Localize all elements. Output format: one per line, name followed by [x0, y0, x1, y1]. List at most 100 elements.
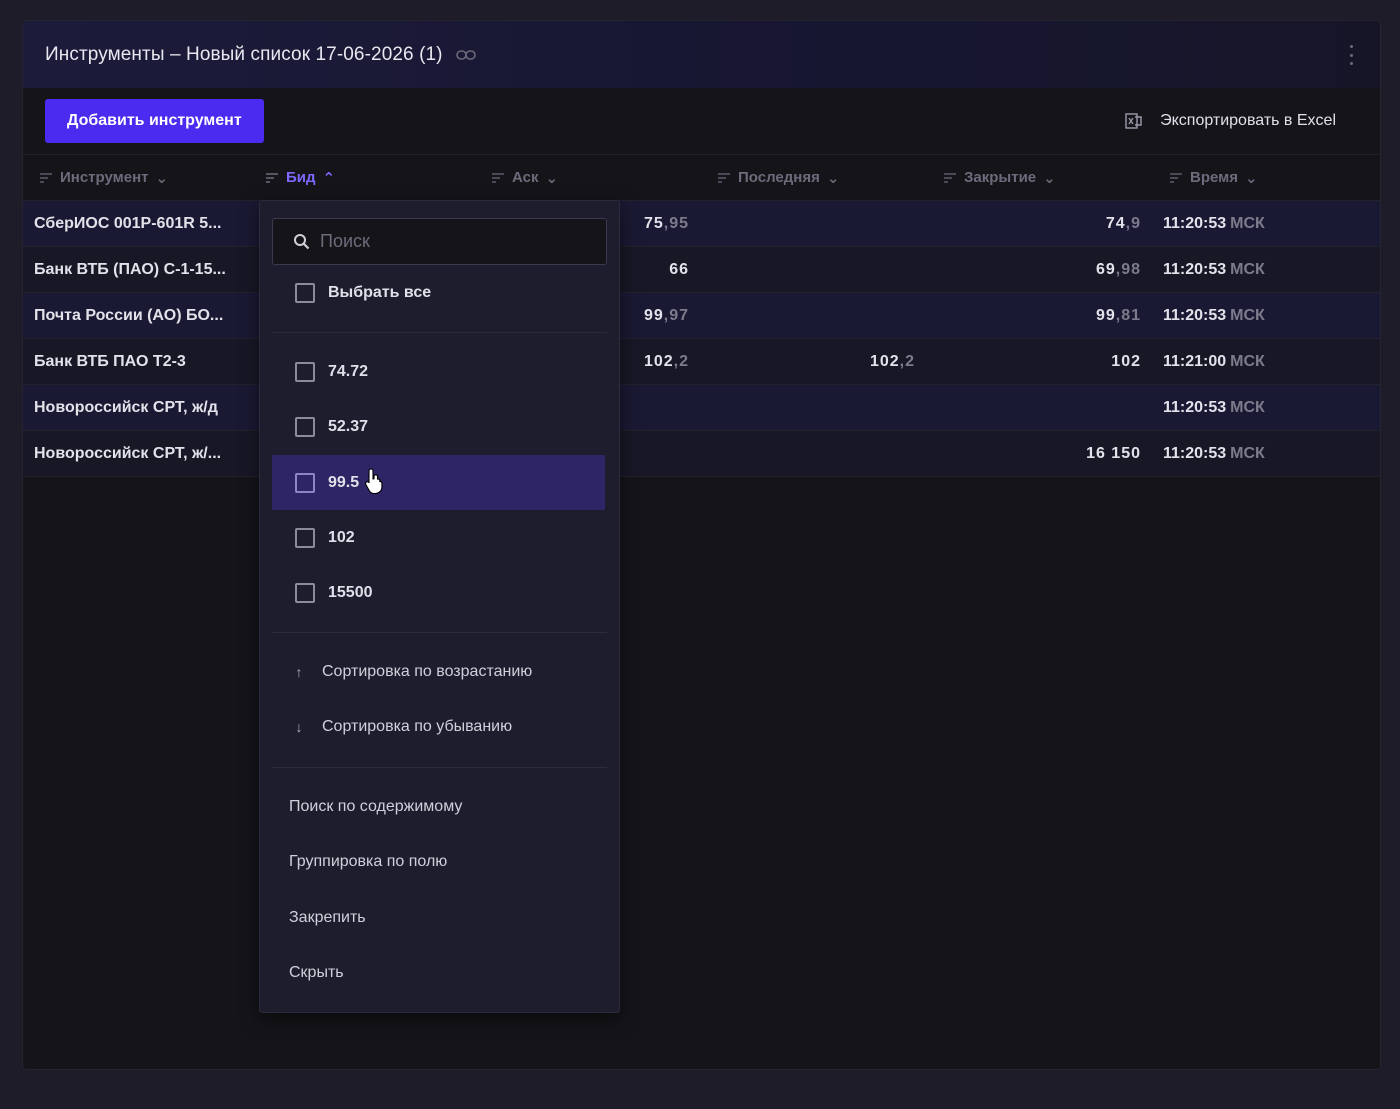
- last-cell: [719, 431, 915, 477]
- filter-search-field[interactable]: [272, 218, 607, 265]
- filter-option-highlighted[interactable]: 99.5: [272, 455, 605, 510]
- arrow-down-icon: ↓: [295, 718, 303, 735]
- last-cell: [719, 201, 915, 247]
- export-excel-button[interactable]: Экспортировать в Excel: [1124, 111, 1336, 131]
- close-cell: [945, 385, 1141, 431]
- divider: [272, 632, 607, 633]
- filter-option[interactable]: 102: [272, 510, 605, 565]
- chevron-down-icon: ⌄: [545, 169, 559, 187]
- close-cell: 99,81: [1095, 307, 1141, 324]
- menu-label: Поиск по содержимому: [289, 797, 463, 815]
- option-label: 52.37: [328, 417, 369, 435]
- column-label: Бид: [286, 169, 316, 186]
- chevron-down-icon: ⌄: [155, 169, 169, 187]
- menu-label: Сортировка по возрастанию: [322, 662, 533, 680]
- table-row[interactable]: Банк ВТБ ПАО Т2-3 102,2 102,2 102 11:21:00 МС…: [23, 339, 1380, 385]
- option-label: 99.5: [328, 473, 360, 491]
- excel-icon: [1125, 113, 1142, 129]
- column-header-close[interactable]: Закрытие ⌄: [943, 169, 1056, 187]
- table-row[interactable]: Банк ВТБ (ПАО) С-1-15... 66 69,98 11:20:53 М…: [23, 247, 1380, 293]
- time-cell: 11:20:53 МСК: [1163, 215, 1265, 232]
- filter-icon: [1170, 172, 1182, 183]
- checkbox[interactable]: [295, 361, 315, 382]
- table-row[interactable]: Почта России (АО) БО... 99,97 99,81 11:20:5…: [23, 293, 1380, 339]
- hand-cursor-icon: [365, 468, 383, 495]
- instrument-cell: Новороссийск СРТ, ж/...: [34, 445, 222, 462]
- time-cell: 11:20:53 МСК: [1163, 399, 1265, 416]
- toolbar: Добавить инструмент Экспортировать в Exc…: [23, 88, 1380, 155]
- select-all-option[interactable]: Выбрать все: [272, 265, 605, 320]
- last-cell: [719, 247, 915, 293]
- time-cell: 11:20:53 МСК: [1163, 261, 1265, 278]
- column-header-instrument[interactable]: Инструмент ⌄: [39, 169, 168, 187]
- checkbox[interactable]: [295, 282, 315, 303]
- column-label: Инструмент: [60, 169, 149, 186]
- time-cell: 11:20:53 МСК: [1163, 445, 1265, 462]
- menu-label: Закрепить: [289, 908, 366, 926]
- pin-column-item[interactable]: Закрепить: [272, 890, 607, 945]
- instrument-cell: СберИОС 001P-601R 5...: [34, 215, 222, 232]
- column-header-time[interactable]: Время ⌄: [1169, 169, 1258, 187]
- arrow-up-icon: ↑: [295, 663, 303, 680]
- table-row[interactable]: Новороссийск СРТ, ж/... 16 150 11:20:53 МСК: [23, 431, 1380, 477]
- column-header-ask[interactable]: Аск ⌄: [491, 169, 558, 187]
- close-cell: 74,9: [1105, 215, 1141, 232]
- chevron-up-icon: ⌃: [322, 169, 336, 187]
- close-cell: 16 150: [1086, 445, 1141, 462]
- more-options-icon[interactable]: [1348, 45, 1354, 65]
- column-label: Время: [1190, 169, 1238, 186]
- panel-header: Инструменты – Новый список 17-06-2026 (1…: [23, 21, 1380, 88]
- column-label: Закрытие: [964, 169, 1037, 186]
- table-row[interactable]: Новороссийск СРТ, ж/д 11:20:53 МСК: [23, 385, 1380, 431]
- hide-column-item[interactable]: Скрыть: [272, 945, 607, 1000]
- checkbox[interactable]: [295, 582, 315, 603]
- group-by-item[interactable]: Группировка по полю: [272, 834, 607, 889]
- last-cell: 102,2: [869, 353, 915, 370]
- checkbox[interactable]: [295, 527, 315, 548]
- divider: [272, 332, 607, 333]
- table-body: СберИОС 001P-601R 5... 75,95 74,9 11:20:53 М…: [23, 201, 1380, 477]
- add-instrument-button[interactable]: Добавить инструмент: [45, 99, 264, 143]
- instrument-cell: Новороссийск СРТ, ж/д: [34, 399, 218, 416]
- divider: [272, 767, 607, 768]
- filter-option[interactable]: 74.72: [272, 344, 605, 399]
- filter-option[interactable]: 15500: [272, 565, 605, 620]
- panel-title: Инструменты – Новый список 17-06-2026 (1…: [45, 43, 443, 65]
- column-label: Аск: [512, 169, 539, 186]
- link-icon[interactable]: [455, 44, 477, 66]
- column-header-bid[interactable]: Бид ⌃: [265, 169, 335, 187]
- chevron-down-icon: ⌄: [1043, 169, 1056, 187]
- table-header: Инструмент ⌄ Бид ⌃ Аск ⌄ Последняя ⌄ Зак…: [23, 155, 1380, 201]
- table-row[interactable]: СберИОС 001P-601R 5... 75,95 74,9 11:20:53 М…: [23, 201, 1380, 247]
- column-filter-dropdown: Выбрать все 74.72 52.37 99.5 102 15500 ↑…: [259, 200, 620, 1013]
- checkbox[interactable]: [295, 472, 315, 493]
- filter-icon: [40, 172, 52, 183]
- time-cell: 11:21:00 МСК: [1163, 353, 1265, 370]
- option-label: 74.72: [328, 362, 369, 380]
- menu-label: Сортировка по убыванию: [322, 717, 513, 735]
- menu-label: Скрыть: [289, 963, 344, 981]
- chevron-down-icon: ⌄: [826, 169, 840, 187]
- search-icon: [294, 234, 310, 250]
- last-cell: [719, 293, 915, 339]
- filter-icon: [492, 172, 504, 183]
- filter-search-input[interactable]: [320, 231, 590, 252]
- sort-descending-item[interactable]: ↓ Сортировка по убыванию: [272, 699, 607, 754]
- instrument-cell: Банк ВТБ ПАО Т2-3: [34, 353, 186, 370]
- export-label: Экспортировать в Excel: [1160, 112, 1336, 129]
- instrument-cell: Банк ВТБ (ПАО) С-1-15...: [34, 261, 226, 278]
- close-cell: 69,98: [1095, 261, 1141, 278]
- menu-label: Группировка по полю: [289, 852, 448, 870]
- option-label: 102: [328, 528, 355, 546]
- column-header-last[interactable]: Последняя ⌄: [717, 169, 839, 187]
- chevron-down-icon: ⌄: [1245, 169, 1258, 187]
- close-cell: 102: [1111, 353, 1141, 370]
- time-cell: 11:20:53 МСК: [1163, 307, 1265, 324]
- filter-icon: [266, 172, 278, 183]
- checkbox[interactable]: [295, 416, 315, 437]
- content-search-item[interactable]: Поиск по содержимому: [272, 779, 607, 834]
- option-label: 15500: [328, 583, 373, 601]
- filter-option[interactable]: 52.37: [272, 399, 605, 454]
- sort-ascending-item[interactable]: ↑ Сортировка по возрастанию: [272, 644, 607, 699]
- last-cell: [719, 385, 915, 431]
